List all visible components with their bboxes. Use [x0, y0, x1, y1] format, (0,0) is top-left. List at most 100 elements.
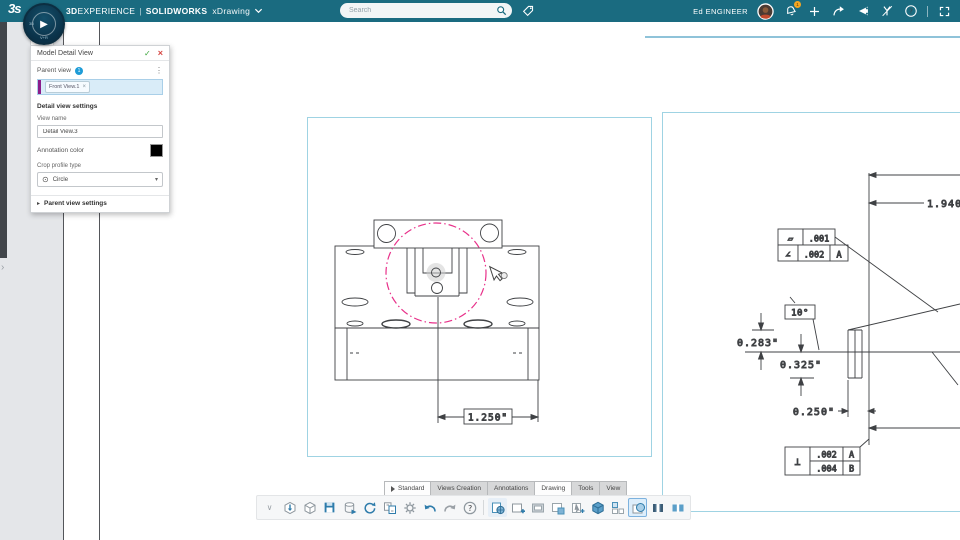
fcf-perpendicularity-symbol: ⊥ — [794, 457, 800, 468]
svg-text:?: ? — [908, 8, 912, 16]
left-panel-expander[interactable]: › — [1, 262, 4, 273]
tab-view[interactable]: View — [599, 481, 628, 496]
avatar[interactable] — [757, 2, 774, 20]
compass-label-3d: 3D — [29, 21, 35, 26]
section-view-icon[interactable] — [648, 498, 667, 517]
pin-icon — [391, 485, 395, 492]
brand-3d: 3D — [66, 6, 78, 16]
annotation-color-swatch[interactable] — [150, 144, 163, 157]
side-view[interactable]: 1.940 ▱ .001 ∠ .002 A 10° 0.283" 0.325" … — [662, 112, 960, 512]
parent-view-chip[interactable]: Front View.1 × — [45, 81, 90, 93]
projected-view-icon[interactable] — [528, 498, 547, 517]
crop-profile-label: Crop profile type — [37, 163, 82, 169]
share-icon[interactable] — [855, 4, 870, 19]
notification-bell-icon[interactable]: 1 — [783, 0, 801, 19]
annotation-view-icon[interactable] — [568, 498, 587, 517]
tab-label: Views Creation — [437, 485, 481, 492]
tab-views-creation[interactable]: Views Creation — [430, 481, 487, 496]
broken-out-section-icon[interactable] — [668, 498, 687, 517]
front-view-dimension[interactable]: 1.250" — [436, 297, 540, 425]
save-icon[interactable] — [320, 498, 339, 517]
exchange-data-icon[interactable] — [380, 498, 399, 517]
app-title[interactable]: 3D EXPERIENCE | SOLIDWORKS xDrawing — [66, 0, 263, 22]
help-toolbar-icon[interactable]: ? — [460, 498, 479, 517]
dim-height-text[interactable]: 1.940 — [927, 199, 960, 211]
left-collapsed-panel-rail[interactable] — [0, 22, 7, 258]
new-view-icon[interactable] — [508, 498, 527, 517]
tab-annotations[interactable]: Annotations — [487, 481, 535, 496]
view-name-label: View name — [37, 116, 67, 122]
top-bar-right-cluster: Ed ENGINEER 1 ? — [693, 0, 952, 22]
tab-tools[interactable]: Tools — [571, 481, 600, 496]
top-bar-divider — [927, 5, 928, 17]
tab-label: View — [606, 485, 621, 492]
fcf-parallelism-symbol: ▱ — [788, 235, 794, 245]
view-name-field[interactable] — [37, 125, 163, 138]
panel-header: Model Detail View ✓ × — [31, 46, 169, 61]
front-view[interactable]: 1.250" — [307, 117, 652, 457]
fcf-value: .002 — [816, 451, 836, 461]
help-icon[interactable]: ? — [903, 4, 918, 19]
circle-option-icon: ⊙ — [42, 175, 49, 184]
import-model-icon[interactable] — [280, 498, 299, 517]
search-box[interactable] — [340, 3, 512, 18]
brand-solidworks: SOLIDWORKS — [145, 6, 208, 16]
chip-remove-icon[interactable]: × — [82, 84, 86, 90]
user-name[interactable]: Ed ENGINEER — [693, 7, 748, 16]
confirm-icon[interactable]: ✓ — [144, 49, 151, 58]
app-window: 3s 3DEXPERIENCE | SOLIDWORKS xDrawing Ed… — [0, 0, 960, 540]
parent-view-label: Parent view — [37, 67, 71, 74]
brand-experience: EXPERIENCE — [77, 6, 136, 16]
crop-profile-dropdown[interactable]: ⊙ Circle ▾ — [37, 172, 163, 187]
detail-view-tool-icon[interactable] — [628, 498, 647, 517]
forward-share-icon[interactable] — [831, 4, 846, 19]
kebab-menu-icon[interactable]: ⋮ — [155, 66, 163, 75]
add-icon[interactable] — [807, 4, 822, 19]
search-input[interactable] — [340, 7, 495, 14]
brand-app-name: xDrawing — [212, 6, 251, 16]
save-view-icon[interactable] — [548, 498, 567, 517]
fcf-datum: B — [849, 465, 854, 475]
dim-b-text[interactable]: 0.325" — [779, 360, 822, 372]
tab-label: Annotations — [494, 485, 529, 492]
upper-view-border-line — [645, 36, 960, 38]
svg-text:?: ? — [467, 504, 472, 513]
dim-width-text[interactable]: 1.250" — [467, 412, 508, 424]
isometric-view-icon[interactable] — [588, 498, 607, 517]
tab-standard[interactable]: Standard — [384, 481, 431, 496]
settings-icon[interactable] — [400, 498, 419, 517]
parent-view-count-badge: 1 — [74, 66, 83, 75]
dim-c-text[interactable]: 0.250" — [792, 407, 835, 419]
tab-drawing[interactable]: Drawing — [534, 481, 572, 496]
tools-icon[interactable] — [879, 4, 894, 19]
refresh-icon[interactable] — [360, 498, 379, 517]
front-view-border[interactable] — [307, 117, 652, 457]
crop-profile-value: Circle — [52, 176, 69, 183]
fullscreen-icon[interactable] — [937, 4, 952, 19]
fcf-datum: A — [849, 451, 854, 461]
toolbar-collapse-icon[interactable]: ∨ — [260, 498, 279, 517]
cancel-icon[interactable]: × — [158, 48, 163, 58]
panel-body: Model Detail View ✓ × Parent view 1 ⋮ Fr… — [30, 45, 170, 213]
projection-layout-icon[interactable] — [608, 498, 627, 517]
update-views-icon[interactable] — [488, 498, 507, 517]
tag-icon[interactable] — [521, 4, 535, 23]
tab-label: Tools — [578, 485, 594, 492]
fcf-angularity-symbol: ∠ — [785, 251, 790, 261]
dim-angle-text[interactable]: 10° — [791, 308, 809, 319]
parent-view-selection-field[interactable]: Front View.1 × — [37, 79, 163, 95]
undo-icon[interactable] — [420, 498, 439, 517]
search-icon[interactable] — [495, 4, 508, 17]
side-view-dimensions[interactable]: 1.940 ▱ .001 ∠ .002 A 10° 0.283" 0.325" … — [736, 171, 960, 476]
parent-view-settings-toggle[interactable]: ▸ Parent view settings — [31, 195, 169, 210]
action-bar-tabs: Standard Views Creation Annotations Draw… — [384, 481, 628, 496]
export-model-icon[interactable] — [300, 498, 319, 517]
redo-icon[interactable] — [440, 498, 459, 517]
dim-a-text[interactable]: 0.283" — [736, 338, 779, 350]
detail-view-settings-header: Detail view settings — [37, 103, 98, 110]
save-to-database-icon[interactable] — [340, 498, 359, 517]
chevron-down-icon[interactable] — [254, 7, 263, 15]
3dexperience-compass[interactable]: ▶ 3D V+R — [23, 3, 65, 45]
view-name-input[interactable] — [41, 127, 162, 136]
brand-divider: | — [139, 6, 142, 16]
